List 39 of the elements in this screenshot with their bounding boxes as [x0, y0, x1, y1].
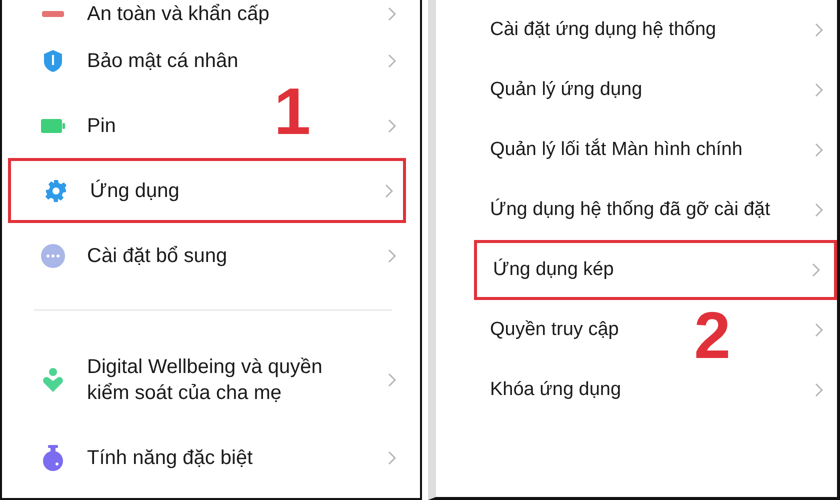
chevron-icon — [815, 23, 823, 37]
item-label[interactable]: Quản lý ứng dụng — [490, 77, 642, 103]
battery-icon — [41, 118, 65, 132]
item-label: Ứng dụng — [90, 178, 180, 204]
chevron-icon — [388, 118, 396, 132]
item-label[interactable]: Cài đặt bổ sung — [87, 242, 228, 268]
chevron-icon — [388, 248, 396, 262]
item-label[interactable]: An toàn và khẩn cấp — [87, 1, 270, 27]
chevron-icon — [815, 143, 823, 157]
gear-icon — [44, 178, 68, 202]
selected-settings-item[interactable]: Ứng dụng — [8, 158, 406, 223]
chevron-icon — [815, 323, 823, 337]
flask-icon — [42, 444, 64, 470]
item-label[interactable]: Quyền truy cập — [490, 317, 619, 343]
item-label[interactable]: Ứng dụng hệ thống đã gỡ cài đặt — [490, 197, 770, 223]
step-number: 2 — [694, 302, 731, 368]
chevron-icon — [815, 83, 823, 97]
step-number: 1 — [274, 78, 311, 144]
chevron-icon — [388, 450, 396, 464]
chevron-icon — [388, 373, 396, 387]
chevron-icon — [812, 263, 820, 277]
bar-icon — [42, 11, 64, 17]
heart-person-icon — [42, 367, 64, 393]
chevron-icon — [388, 54, 396, 68]
chevron-icon — [385, 184, 393, 198]
chevron-icon — [388, 7, 396, 21]
shield-icon — [42, 48, 64, 72]
chevron-icon — [815, 203, 823, 217]
selected-settings-item[interactable]: Ứng dụng kép — [474, 240, 837, 300]
more-icon — [41, 244, 65, 268]
item-label[interactable]: Bảo mật cá nhân — [87, 48, 238, 74]
item-label[interactable]: Pin — [87, 112, 116, 138]
item-label[interactable]: Digital Wellbeing và quyền kiểm soát của cha mẹ — [87, 354, 357, 406]
item-label[interactable]: Khóa ứng dụng — [490, 377, 622, 403]
item-label[interactable]: Tính năng đặc biệt — [87, 444, 253, 470]
chevron-icon — [815, 383, 823, 397]
item-label[interactable]: Quản lý lối tắt Màn hình chính — [490, 137, 742, 163]
item-label[interactable]: Cài đặt ứng dụng hệ thống — [490, 17, 716, 43]
item-label: Ứng dụng kép — [493, 258, 614, 282]
